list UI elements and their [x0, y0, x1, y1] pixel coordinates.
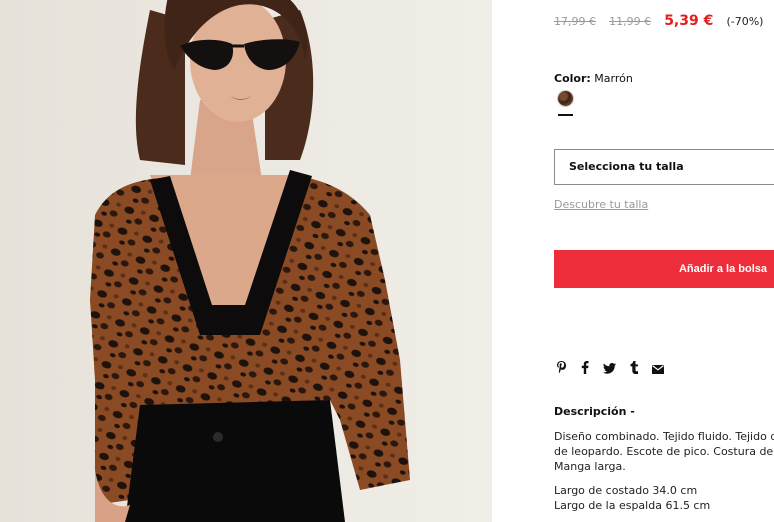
price-row: 17,99 € 11,99 € 5,39 € (-70%): [554, 10, 763, 29]
discount-badge: (-70%): [726, 15, 764, 28]
product-photo: [0, 0, 492, 522]
share-bar: [556, 360, 664, 376]
pinterest-icon[interactable]: [556, 359, 567, 378]
product-info-panel: 17,99 € 11,99 € 5,39 € (-70%) Color: Mar…: [554, 0, 774, 522]
previous-price: 11,99 €: [609, 15, 652, 28]
sale-price: 5,39 €: [664, 13, 714, 29]
description-line: de leopardo. Escote de pico. Costura del…: [554, 445, 774, 458]
add-to-bag-button[interactable]: Añadir a la bolsa: [554, 250, 774, 288]
facebook-icon[interactable]: [581, 359, 589, 378]
mail-icon[interactable]: [652, 359, 664, 378]
size-guide-link[interactable]: Descubre tu talla: [554, 198, 648, 211]
description-line: Diseño combinado. Tejido fluido. Tejido …: [554, 430, 774, 443]
measure-line: Largo de la espalda 61.5 cm: [554, 499, 711, 512]
tumblr-icon[interactable]: [630, 359, 638, 378]
color-row: Color: Marrón: [554, 72, 633, 85]
measurements: Largo de costado 34.0 cm Largo de la esp…: [554, 483, 710, 513]
color-swatch-marron[interactable]: [558, 91, 573, 106]
model-image: [0, 0, 492, 522]
size-select[interactable]: Selecciona tu talla: [554, 149, 774, 185]
selected-swatch-indicator: [558, 114, 573, 116]
description-text: Diseño combinado. Tejido fluido. Tejido …: [554, 429, 774, 474]
description-line: Manga larga.: [554, 460, 626, 473]
color-value: Marrón: [594, 72, 633, 85]
color-label: Color:: [554, 72, 591, 85]
original-price: 17,99 €: [554, 15, 596, 28]
measure-line: Largo de costado 34.0 cm: [554, 484, 698, 497]
twitter-icon[interactable]: [603, 359, 616, 378]
description-title: Descripción -: [554, 405, 635, 418]
